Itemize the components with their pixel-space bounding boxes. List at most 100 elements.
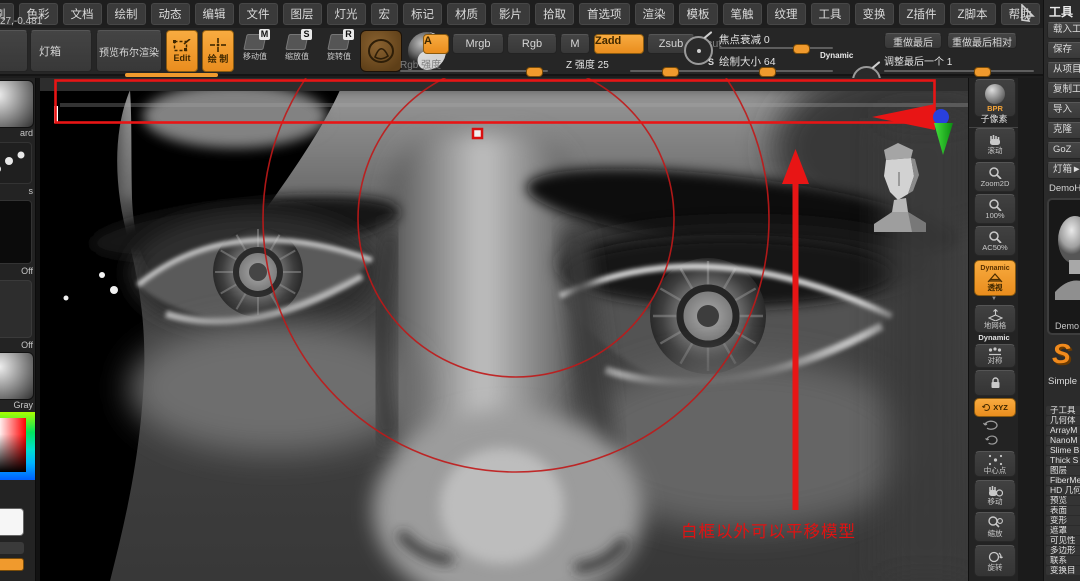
section-geometry[interactable]: 几何体	[1046, 416, 1080, 425]
zoom2d-button[interactable]: Zoom2D	[974, 162, 1016, 192]
draw-size-knob[interactable]	[759, 67, 776, 77]
local-symmetry-button[interactable]: 对称	[974, 344, 1016, 368]
section-masking[interactable]: 遮罩	[1046, 526, 1080, 535]
lightbox-tool-button[interactable]: 灯箱►工	[1047, 162, 1080, 179]
active-tool-thumbnail[interactable]: Demo	[1047, 198, 1080, 335]
section-contact[interactable]: 联系	[1046, 556, 1080, 565]
paint-a-button[interactable]: A	[423, 34, 449, 54]
rotate-view-button[interactable]: 旋转	[974, 545, 1016, 577]
edit-button[interactable]: Edit	[166, 30, 198, 72]
floor-grid-button[interactable]: 地网格	[974, 305, 1016, 333]
section-slime-bridge[interactable]: Slime B	[1046, 446, 1080, 455]
color-picker[interactable]	[0, 412, 36, 480]
rgb-intensity-knob[interactable]	[526, 67, 543, 77]
material-thumbnail[interactable]	[0, 352, 34, 400]
rgb-button[interactable]: Rgb	[507, 34, 557, 54]
aa-half-button[interactable]: AC50%	[974, 226, 1016, 256]
current-brush-button[interactable]	[360, 30, 402, 72]
focal-dial[interactable]: S	[684, 36, 713, 65]
menu-texture[interactable]: 纹理	[767, 3, 806, 25]
transpose-lock-button[interactable]	[974, 370, 1016, 396]
import-button[interactable]: 导入	[1047, 102, 1080, 119]
focal-shift-knob[interactable]	[793, 44, 810, 54]
rotate-y-icon[interactable]	[983, 419, 999, 432]
section-polygroups[interactable]: 多边形	[1046, 546, 1080, 555]
menu-stroke[interactable]: 笔触	[723, 3, 762, 25]
menu-layer[interactable]: 图层	[283, 3, 322, 25]
scale-view-button[interactable]: 缩放	[974, 512, 1016, 542]
rgb-intensity-slider[interactable]	[400, 70, 548, 72]
move-view-button[interactable]: 移动	[974, 480, 1016, 510]
menu-stencil[interactable]: 模板	[679, 3, 718, 25]
draw-size-slider[interactable]	[719, 70, 833, 72]
draw-button[interactable]: 绘 制	[202, 30, 234, 72]
menu-transform[interactable]: 变换	[855, 3, 894, 25]
document-canvas[interactable]: 白框以外可以平移模型	[40, 78, 968, 581]
section-layers[interactable]: 图层	[1046, 466, 1080, 475]
menu-preferences[interactable]: 首选项	[579, 3, 630, 25]
menu-file[interactable]: 文件	[239, 3, 278, 25]
alpha-thumbnail[interactable]	[0, 200, 32, 264]
menu-movie[interactable]: 影片	[491, 3, 530, 25]
section-arraymesh[interactable]: ArrayM	[1046, 426, 1080, 435]
mrgb-button[interactable]: Mrgb	[452, 34, 504, 54]
menu-light[interactable]: 灯光	[327, 3, 366, 25]
xyz-rotation-button[interactable]: XYZ	[974, 398, 1016, 417]
brush-thumbnail[interactable]	[0, 80, 34, 128]
menu-macro[interactable]: 宏	[371, 3, 399, 25]
copy-tool-button[interactable]: 复制工具	[1047, 82, 1080, 99]
lightbox-button[interactable]: 灯箱	[30, 30, 92, 72]
tray-divider-handle[interactable]	[125, 73, 218, 77]
load-tool-button[interactable]: 载入工具	[1047, 22, 1080, 39]
clone-button[interactable]: 克隆	[1047, 122, 1080, 139]
focal-shift-slider[interactable]	[719, 47, 833, 49]
scroll-button[interactable]: 滚动	[974, 128, 1016, 160]
adjust-last-slider[interactable]	[884, 70, 1034, 72]
preview-boolean-button[interactable]: 预览布尔渲染	[96, 30, 162, 72]
sculptris-logo[interactable]: S	[1052, 338, 1071, 370]
rotate-z-icon[interactable]	[985, 435, 999, 447]
menu-zplugin[interactable]: Z插件	[899, 3, 945, 25]
section-fibermesh[interactable]: FiberMe	[1046, 476, 1080, 485]
section-morph-target[interactable]: 变换目	[1046, 566, 1080, 575]
saturation-square[interactable]	[0, 418, 26, 472]
subpixel-button[interactable]: 子像素	[969, 112, 1018, 128]
section-visibility[interactable]: 可见性	[1046, 536, 1080, 545]
section-surface[interactable]: 表面	[1046, 506, 1080, 515]
section-hd-geometry[interactable]: HD 几何	[1046, 486, 1080, 495]
shelf-handle-icon[interactable]: ▼	[969, 296, 1018, 302]
menu-picker[interactable]: 拾取	[535, 3, 574, 25]
menu-marker[interactable]: 标记	[403, 3, 442, 25]
menu-dynamics[interactable]: 动态	[151, 3, 190, 25]
actual-size-button[interactable]: 100%	[974, 194, 1016, 224]
menu-material[interactable]: 材质	[447, 3, 486, 25]
scale-button[interactable]: S 缩放值	[280, 34, 314, 61]
goz-button[interactable]: GoZ	[1047, 142, 1080, 159]
menu-zscript[interactable]: Z脚本	[950, 3, 996, 25]
frame-center-button[interactable]: 中心点	[974, 451, 1016, 477]
menu-edit[interactable]: 编辑	[195, 3, 234, 25]
menu-draw[interactable]: 绘制	[107, 3, 146, 25]
partial-left-button[interactable]	[0, 30, 28, 72]
section-subtool[interactable]: 子工具	[1046, 406, 1080, 415]
section-thick-skin[interactable]: Thick S	[1046, 456, 1080, 465]
secondary-swatch-slot[interactable]	[0, 542, 24, 554]
adjust-last-knob[interactable]	[974, 67, 991, 77]
z-intensity-knob[interactable]	[662, 67, 679, 77]
redo-last-button[interactable]: 重做最后	[884, 33, 942, 49]
redo-last-relative-button[interactable]: 重做最后相对	[947, 33, 1017, 49]
stroke-thumbnail[interactable]	[0, 142, 32, 184]
menu-tool[interactable]: 工具	[811, 3, 850, 25]
m-button[interactable]: M	[560, 34, 590, 54]
menu-document[interactable]: 文档	[63, 3, 102, 25]
rotate-button[interactable]: R 旋转值	[322, 34, 356, 61]
section-deformation[interactable]: 变形	[1046, 516, 1080, 525]
load-from-project-button[interactable]: 从项目文	[1047, 62, 1080, 79]
zadd-button[interactable]: Zadd	[594, 34, 644, 54]
texture-thumbnail[interactable]	[0, 280, 32, 338]
section-nanomesh[interactable]: NanoM	[1046, 436, 1080, 445]
section-preview[interactable]: 预览	[1046, 496, 1080, 505]
menu-render[interactable]: 渲染	[635, 3, 674, 25]
move-button[interactable]: M 移动值	[238, 34, 272, 61]
save-as-button[interactable]: 保存	[1047, 42, 1080, 59]
